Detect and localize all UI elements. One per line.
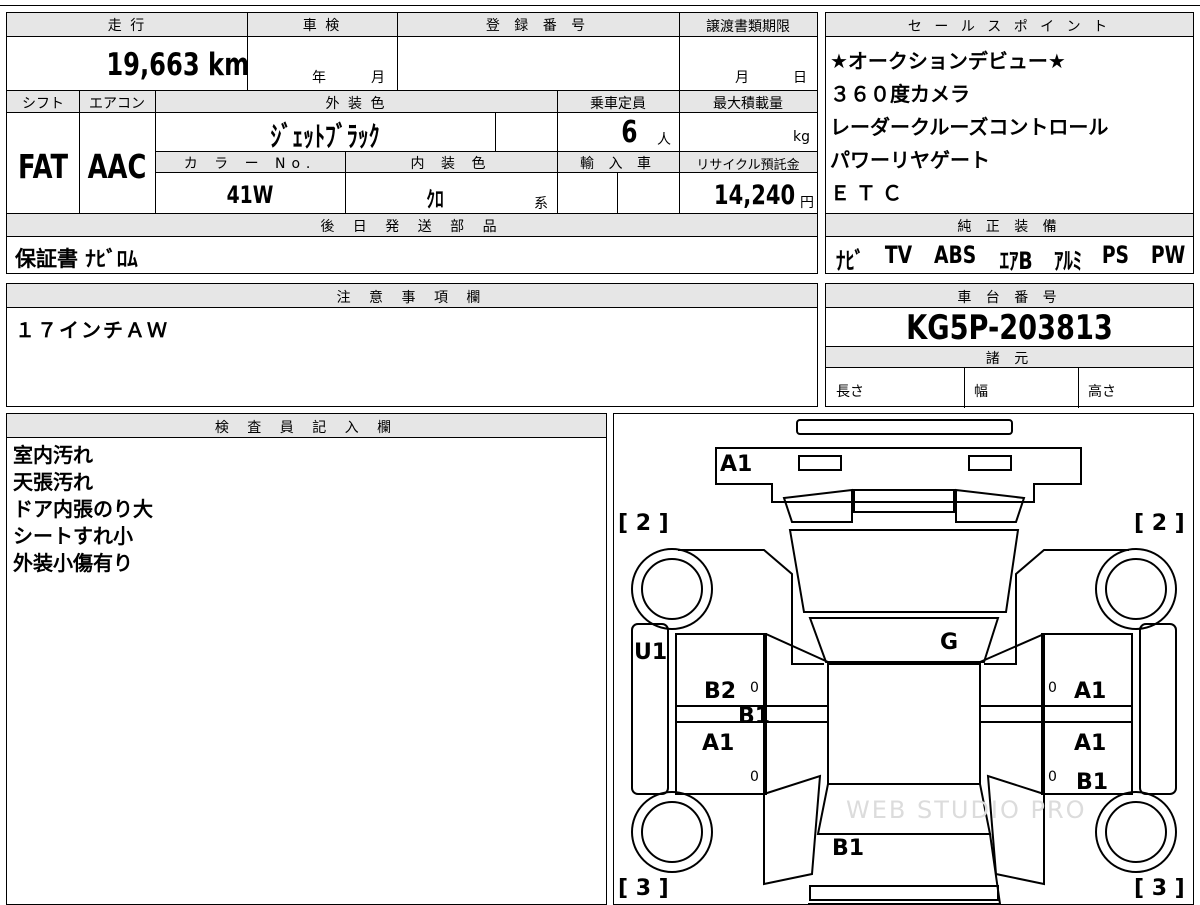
zero-mark: 0 <box>1048 680 1057 696</box>
notes-value: １７インチＡＷ <box>15 318 169 342</box>
damage-label-right-front-door: A1 <box>1074 679 1107 704</box>
sales-points-list: ★オークションデビュー★ ３６０度カメラ レーダークルーズコントロール パワーリ… <box>830 45 1108 210</box>
sales-points-box: セ ー ル ス ポ イ ン ト ★オークションデビュー★ ３６０度カメラ レーダ… <box>825 12 1194 275</box>
transfer-month-unit: 月 <box>735 70 749 86</box>
damage-label-front: A1 <box>720 452 753 477</box>
max-load-unit: kg <box>793 129 810 145</box>
exterior-color-header: 外 装 色 <box>325 96 387 112</box>
spec-height: 高さ <box>1088 384 1116 400</box>
inspector-line: ドア内張のり大 <box>13 497 153 521</box>
registration-header: 登 録 番 号 <box>485 18 591 34</box>
damage-label-right-rear-door-bottom: B1 <box>1076 770 1109 795</box>
capacity-value: 6 人 <box>621 115 671 150</box>
equipment-item: ｴｱB <box>999 247 1033 275</box>
later-parts-header: 後 日 発 送 部 品 <box>320 219 504 235</box>
tire-label-left-front: [ 2 ] <box>618 511 669 536</box>
equipment-item: PS <box>1102 241 1130 269</box>
equipment-item: PW <box>1150 241 1186 269</box>
tire-label-right-rear: [ 3 ] <box>1134 876 1185 901</box>
zero-mark: 0 <box>750 680 759 696</box>
aircon-header: エアコン <box>89 96 145 112</box>
transfer-docs-header: 譲渡書類期限 <box>706 19 790 35</box>
top-strip <box>0 0 1200 6</box>
inspection-month-unit: 月 <box>371 70 385 86</box>
sales-point: ★オークションデビュー★ <box>830 49 1066 73</box>
damage-label-hood: G <box>940 630 959 655</box>
inspection-header: 車 検 <box>302 18 342 34</box>
inspection-year-unit: 年 <box>312 70 326 86</box>
equipment-item: ﾅﾋﾞ <box>835 247 865 275</box>
zero-mark: 0 <box>750 769 759 785</box>
capacity-header: 乗車定員 <box>590 96 646 112</box>
inspector-box: 検 査 員 記 入 欄 室内汚れ 天張汚れ ドア内張のり大 シートすれ小 外装小… <box>6 413 607 905</box>
zero-mark: 0 <box>1048 769 1057 785</box>
damage-label-left-rear-door: A1 <box>702 731 735 756</box>
shift-value: FAT <box>17 147 69 186</box>
interior-color-header: 内 装 色 <box>410 156 492 172</box>
sales-point: ３６０度カメラ <box>830 82 970 106</box>
inspector-line: 天張汚れ <box>13 470 93 494</box>
inspector-line: 外装小傷有り <box>13 551 133 575</box>
later-parts-value: 保証書 ﾅﾋﾞﾛﾑ <box>15 247 138 271</box>
inspector-header: 検 査 員 記 入 欄 <box>214 420 399 436</box>
car-diagram <box>631 419 1177 904</box>
specs-header: 諸 元 <box>985 351 1034 367</box>
equipment-item: TV <box>884 241 912 269</box>
inspector-line: 室内汚れ <box>13 443 93 467</box>
damage-label-left-front-door-mid: B1 <box>738 704 771 729</box>
damage-label-rear: B1 <box>832 836 865 861</box>
recycle-header: リサイクル預託金 <box>696 158 800 173</box>
watermark: WEB STUDIO PRO <box>846 796 1087 824</box>
max-load-header: 最大積載量 <box>713 96 783 112</box>
recycle-fee-value: 14,240 円 <box>713 180 814 211</box>
equipment-item: ｱﾙﾐ <box>1053 247 1082 275</box>
equipment-list: ﾅﾋﾞ TV ABS ｴｱB ｱﾙﾐ PS PW <box>832 241 1190 275</box>
interior-suffix: 系 <box>534 196 548 212</box>
mileage-value: 19,663 km <box>105 47 249 83</box>
mileage-header: 走 行 <box>107 18 147 34</box>
exterior-color-value: ｼﾞｪｯﾄﾌﾞﾗｯｸ <box>270 120 380 153</box>
chassis-number: KG5P-203813 <box>906 308 1113 348</box>
sales-point: ＥＴＣ <box>830 181 908 205</box>
inspector-lines: 室内汚れ 天張汚れ ドア内張のり大 シートすれ小 外装小傷有り <box>13 442 153 577</box>
damage-label-left-side: U1 <box>634 640 668 665</box>
tire-label-left-rear: [ 3 ] <box>618 876 669 901</box>
interior-color-value: ｸﾛ <box>426 188 444 213</box>
aircon-value: AAC <box>87 147 147 186</box>
color-no-value: 41W <box>226 181 274 209</box>
shift-header: シフト <box>22 96 64 112</box>
tire-label-right-front: [ 2 ] <box>1134 511 1185 536</box>
car-diagram-box: A1 [ 2 ] [ 2 ] [ 3 ] [ 3 ] U1 G B2 B1 A1… <box>613 413 1194 905</box>
chassis-box: 車 台 番 号 KG5P-203813 諸 元 長さ 幅 高さ <box>825 283 1194 408</box>
transfer-day-unit: 日 <box>793 70 807 86</box>
chassis-header: 車 台 番 号 <box>957 290 1062 306</box>
damage-label-left-front-door: B2 <box>704 679 737 704</box>
spec-width: 幅 <box>974 384 988 400</box>
notes-box: 注 意 事 項 欄 １７インチＡＷ <box>6 283 818 407</box>
sales-points-header: セ ー ル ス ポ イ ン ト <box>907 19 1112 35</box>
inspector-line: シートすれ小 <box>13 524 133 548</box>
sales-point: パワーリヤゲート <box>830 148 990 172</box>
main-info-table: 走 行 車 検 登 録 番 号 譲渡書類期限 19,663 km 年 月 月 日… <box>6 12 818 274</box>
equipment-item: ABS <box>934 241 977 269</box>
spec-length: 長さ <box>836 384 864 400</box>
sales-point: レーダークルーズコントロール <box>830 115 1109 139</box>
damage-label-right-rear-door: A1 <box>1074 731 1107 756</box>
color-no-header: カ ラ ー No. <box>183 156 317 172</box>
equipment-header: 純 正 装 備 <box>957 219 1062 235</box>
import-header: 輸 入 車 <box>580 156 656 172</box>
notes-header: 注 意 事 項 欄 <box>336 290 488 306</box>
